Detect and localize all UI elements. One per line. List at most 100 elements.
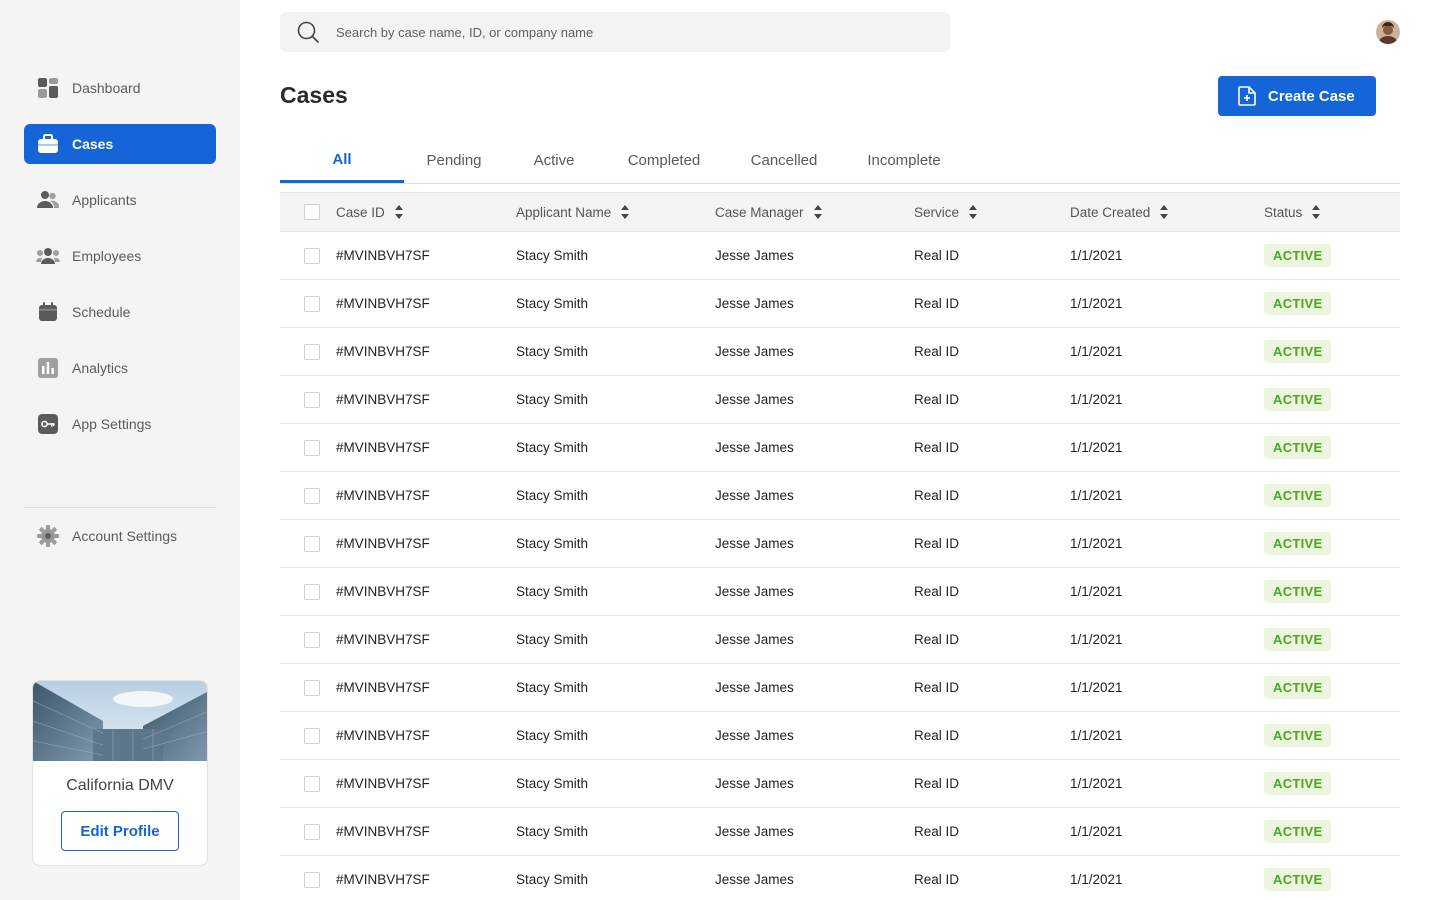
sort-icon[interactable]: [1160, 205, 1169, 219]
status-badge: ACTIVE: [1264, 484, 1332, 507]
tab-active[interactable]: Active: [504, 138, 604, 183]
tab-pending[interactable]: Pending: [404, 138, 504, 183]
cell-text: Stacy Smith: [516, 344, 589, 359]
table-row[interactable]: #MVINBVH7SF Stacy Smith Jesse James Real ID…: [280, 280, 1400, 328]
cell-text: Stacy Smith: [516, 872, 589, 887]
create-case-button[interactable]: Create Case: [1218, 76, 1376, 116]
cell-text: Stacy Smith: [516, 440, 589, 455]
sidebar-item-app-settings[interactable]: App Settings: [24, 404, 216, 444]
sidebar-item-dashboard[interactable]: Dashboard: [24, 68, 216, 108]
tab-cancelled[interactable]: Cancelled: [724, 138, 844, 183]
case-id-cell: #MVINBVH7SF: [336, 424, 430, 471]
sort-icon[interactable]: [1312, 205, 1321, 219]
service-cell: Real ID: [914, 520, 959, 567]
select-all-checkbox[interactable]: [304, 204, 320, 220]
sort-icon[interactable]: [621, 205, 630, 219]
table-body: #MVINBVH7SF Stacy Smith Jesse James Real ID…: [280, 232, 1400, 900]
status-badge: ACTIVE: [1264, 772, 1332, 795]
cell-text: Jesse James: [715, 488, 794, 503]
tab-completed[interactable]: Completed: [604, 138, 724, 183]
row-checkbox[interactable]: [304, 535, 320, 552]
row-checkbox[interactable]: [304, 439, 320, 456]
applicant-name-cell: Stacy Smith: [516, 664, 588, 711]
status-badge: ACTIVE: [1264, 628, 1332, 651]
avatar[interactable]: [1376, 20, 1400, 44]
cell-text: 1/1/2021: [1070, 392, 1123, 407]
column-header-case-manager[interactable]: Case Manager: [715, 193, 822, 231]
row-checkbox[interactable]: [304, 727, 320, 744]
table-row[interactable]: #MVINBVH7SF Stacy Smith Jesse James Real ID…: [280, 520, 1400, 568]
cell-text: Stacy Smith: [516, 584, 589, 599]
row-checkbox[interactable]: [304, 583, 320, 600]
table-row[interactable]: #MVINBVH7SF Stacy Smith Jesse James Real ID…: [280, 376, 1400, 424]
row-checkbox[interactable]: [304, 871, 320, 888]
case-manager-cell: Jesse James: [715, 856, 794, 900]
applicant-name-cell: Stacy Smith: [516, 568, 588, 615]
date-created-cell: 1/1/2021: [1070, 712, 1123, 759]
tab-all[interactable]: All: [280, 138, 404, 183]
cell-text: Real ID: [914, 632, 960, 647]
row-checkbox[interactable]: [304, 679, 320, 696]
table-row[interactable]: #MVINBVH7SF Stacy Smith Jesse James Real ID…: [280, 568, 1400, 616]
tab-incomplete[interactable]: Incomplete: [844, 138, 964, 183]
cell-text: 1/1/2021: [1070, 248, 1123, 263]
column-header-date-created[interactable]: Date Created: [1070, 193, 1169, 231]
row-checkbox[interactable]: [304, 391, 320, 408]
cell-text: #MVINBVH7SF: [336, 824, 430, 839]
case-manager-cell: Jesse James: [715, 616, 794, 663]
sidebar-item-schedule[interactable]: Schedule: [24, 292, 216, 332]
status-badge: ACTIVE: [1264, 532, 1332, 555]
case-id-cell: #MVINBVH7SF: [336, 328, 430, 375]
table-row[interactable]: #MVINBVH7SF Stacy Smith Jesse James Real ID…: [280, 760, 1400, 808]
status-cell: ACTIVE: [1264, 280, 1332, 327]
cell-text: 1/1/2021: [1070, 440, 1123, 455]
case-manager-cell: Jesse James: [715, 472, 794, 519]
case-id-cell: #MVINBVH7SF: [336, 568, 430, 615]
table-row[interactable]: #MVINBVH7SF Stacy Smith Jesse James Real ID…: [280, 808, 1400, 856]
column-header-label: Applicant Name: [516, 204, 612, 220]
service-cell: Real ID: [914, 760, 959, 807]
table-row[interactable]: #MVINBVH7SF Stacy Smith Jesse James Real ID…: [280, 472, 1400, 520]
applicant-name-cell: Stacy Smith: [516, 424, 588, 471]
sidebar-item-cases[interactable]: Cases: [24, 124, 216, 164]
row-checkbox[interactable]: [304, 823, 320, 840]
row-select-cell: [304, 760, 320, 807]
column-header-status[interactable]: Status: [1264, 193, 1321, 231]
row-checkbox[interactable]: [304, 631, 320, 648]
table-row[interactable]: #MVINBVH7SF Stacy Smith Jesse James Real ID…: [280, 328, 1400, 376]
table-row[interactable]: #MVINBVH7SF Stacy Smith Jesse James Real ID…: [280, 232, 1400, 280]
row-checkbox[interactable]: [304, 487, 320, 504]
row-checkbox[interactable]: [304, 343, 320, 360]
cell-text: Stacy Smith: [516, 248, 589, 263]
table-row[interactable]: #MVINBVH7SF Stacy Smith Jesse James Real ID…: [280, 856, 1400, 900]
column-header-case-id[interactable]: Case ID: [336, 193, 403, 231]
sidebar-item-analytics[interactable]: Analytics: [24, 348, 216, 388]
edit-profile-button[interactable]: Edit Profile: [61, 811, 179, 851]
case-manager-cell: Jesse James: [715, 520, 794, 567]
cell-text: Stacy Smith: [516, 296, 589, 311]
sort-icon[interactable]: [394, 205, 403, 219]
sort-icon[interactable]: [813, 205, 822, 219]
status-cell: ACTIVE: [1264, 664, 1332, 711]
search-input[interactable]: [336, 24, 916, 40]
sort-icon[interactable]: [969, 205, 978, 219]
sidebar-item-account-settings[interactable]: Account Settings: [24, 516, 216, 556]
cases-table: Case ID Applicant Name Case Manager Serv…: [280, 192, 1400, 900]
status-badge: ACTIVE: [1264, 436, 1332, 459]
row-checkbox[interactable]: [304, 295, 320, 312]
row-checkbox[interactable]: [304, 775, 320, 792]
column-header-service[interactable]: Service: [914, 193, 978, 231]
case-manager-cell: Jesse James: [715, 568, 794, 615]
sidebar-item-employees[interactable]: Employees: [24, 236, 216, 276]
sidebar-item-label: App Settings: [72, 416, 152, 432]
table-row[interactable]: #MVINBVH7SF Stacy Smith Jesse James Real ID…: [280, 424, 1400, 472]
table-row[interactable]: #MVINBVH7SF Stacy Smith Jesse James Real ID…: [280, 664, 1400, 712]
table-row[interactable]: #MVINBVH7SF Stacy Smith Jesse James Real ID…: [280, 712, 1400, 760]
column-header-applicant-name[interactable]: Applicant Name: [516, 193, 630, 231]
date-created-cell: 1/1/2021: [1070, 376, 1123, 423]
sidebar-item-applicants[interactable]: Applicants: [24, 180, 216, 220]
sidebar-item-label: Account Settings: [72, 528, 178, 544]
row-checkbox[interactable]: [304, 247, 320, 264]
table-row[interactable]: #MVINBVH7SF Stacy Smith Jesse James Real ID…: [280, 616, 1400, 664]
sidebar-nav: Dashboard Cases Applicants Employees Sch…: [24, 68, 216, 460]
